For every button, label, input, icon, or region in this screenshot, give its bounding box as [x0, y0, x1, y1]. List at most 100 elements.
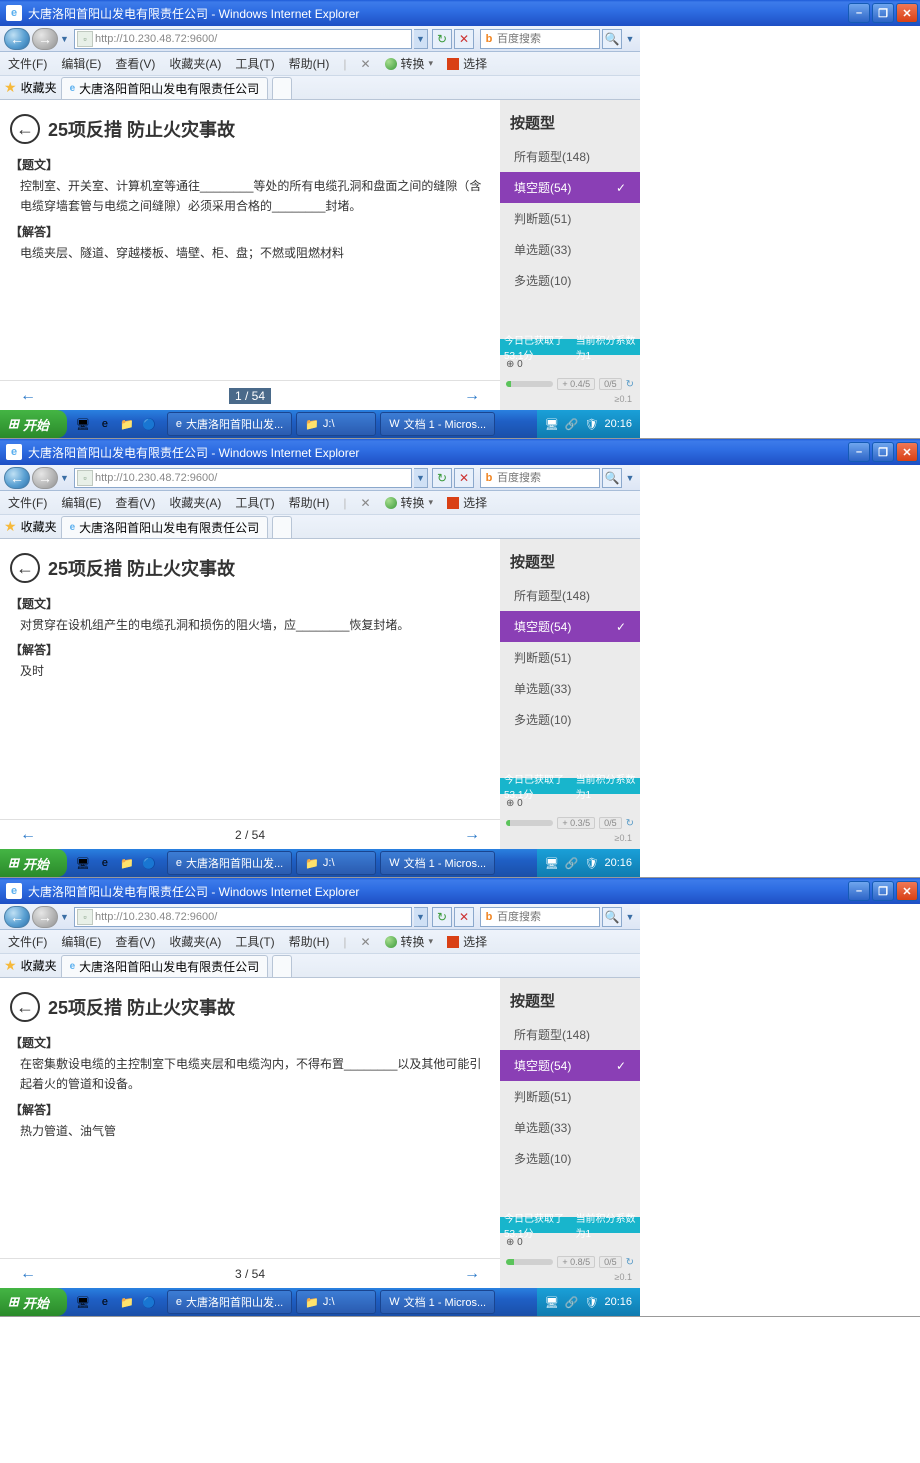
pager-next[interactable]: → — [464, 826, 480, 844]
pager-next[interactable]: → — [464, 387, 480, 405]
search-input[interactable] — [497, 33, 577, 45]
favorites-label[interactable]: 收藏夹 — [21, 79, 57, 96]
quick-launch-icon[interactable]: 🖥 — [75, 416, 91, 432]
address-dropdown[interactable]: ▼ — [414, 468, 428, 488]
search-go-button[interactable]: 🔍 — [602, 907, 622, 927]
select-menu[interactable]: 选择 — [447, 933, 487, 950]
menu-item[interactable]: 帮助(H) — [289, 55, 330, 72]
sidebar-item[interactable]: 所有题型(148) — [500, 1019, 640, 1050]
convert-menu[interactable]: 转换▾ — [385, 55, 434, 72]
taskbar-item[interactable]: 📁J:\ — [296, 1290, 376, 1314]
tray-icon[interactable]: 🛡 — [585, 857, 599, 870]
tray-icon[interactable]: 🖥 — [545, 418, 559, 431]
menu-item[interactable]: 帮助(H) — [289, 933, 330, 950]
back-button[interactable]: ← — [4, 906, 30, 928]
convert-menu[interactable]: 转换▾ — [385, 933, 434, 950]
refresh-button[interactable]: ↻ — [432, 29, 452, 49]
close-button[interactable]: ✕ — [896, 3, 918, 23]
sidebar-item[interactable]: 所有题型(148) — [500, 141, 640, 172]
maximize-button[interactable]: ❐ — [872, 881, 894, 901]
sidebar-item[interactable]: 单选题(33) — [500, 234, 640, 265]
url-input[interactable] — [95, 911, 411, 923]
nav-history-dropdown[interactable]: ▼ — [60, 912, 72, 922]
menu-item[interactable]: 编辑(E) — [61, 933, 101, 950]
refresh-icon[interactable]: ↻ — [626, 379, 634, 390]
menu-item[interactable]: 收藏夹(A) — [169, 55, 221, 72]
pager-prev[interactable]: ← — [20, 1265, 36, 1283]
taskbar-item[interactable]: W文档 1 - Micros... — [380, 851, 495, 875]
search-dropdown[interactable]: ▼ — [624, 912, 636, 922]
tray-icon[interactable]: 🖥 — [545, 1296, 559, 1309]
favorites-star-icon[interactable]: ★ — [4, 518, 17, 535]
search-box[interactable]: b — [480, 907, 600, 927]
menu-item[interactable]: 工具(T) — [235, 55, 274, 72]
quick-launch-icon[interactable]: 📁 — [119, 855, 135, 871]
quick-launch-icon[interactable]: 🔵 — [141, 416, 157, 432]
pager-prev[interactable]: ← — [20, 826, 36, 844]
tray-icon[interactable]: 🖥 — [545, 857, 559, 870]
search-dropdown[interactable]: ▼ — [624, 34, 636, 44]
close-tab-x[interactable]: ✕ — [360, 496, 370, 510]
menu-item[interactable]: 文件(F) — [8, 494, 47, 511]
favorites-star-icon[interactable]: ★ — [4, 79, 17, 96]
favorites-label[interactable]: 收藏夹 — [21, 957, 57, 974]
back-button[interactable]: ← — [4, 467, 30, 489]
address-dropdown[interactable]: ▼ — [414, 29, 428, 49]
quick-launch-icon[interactable]: e — [97, 855, 113, 871]
minimize-button[interactable]: – — [848, 3, 870, 23]
select-menu[interactable]: 选择 — [447, 494, 487, 511]
expand-icon[interactable]: ⊕ 0 — [506, 1237, 523, 1248]
close-button[interactable]: ✕ — [896, 442, 918, 462]
start-button[interactable]: ⊞开始 — [0, 849, 67, 877]
expand-icon[interactable]: ⊕ 0 — [506, 359, 523, 370]
forward-button[interactable]: → — [32, 906, 58, 928]
menu-item[interactable]: 查看(V) — [115, 494, 155, 511]
menu-item[interactable]: 文件(F) — [8, 55, 47, 72]
quick-launch-icon[interactable]: e — [97, 1294, 113, 1310]
menu-item[interactable]: 查看(V) — [115, 933, 155, 950]
quick-launch-icon[interactable]: 🔵 — [141, 1294, 157, 1310]
search-dropdown[interactable]: ▼ — [624, 473, 636, 483]
sidebar-item[interactable]: 填空题(54) — [500, 611, 640, 642]
favorites-star-icon[interactable]: ★ — [4, 957, 17, 974]
nav-history-dropdown[interactable]: ▼ — [60, 473, 72, 483]
address-bar[interactable]: ▫ — [74, 907, 412, 927]
quick-launch-icon[interactable]: 📁 — [119, 1294, 135, 1310]
new-tab-button[interactable] — [272, 955, 292, 977]
quick-launch-icon[interactable]: 🖥 — [75, 855, 91, 871]
sidebar-item[interactable]: 判断题(51) — [500, 1081, 640, 1112]
tray-icon[interactable]: 🔗 — [565, 857, 579, 870]
page-back-button[interactable]: ← — [10, 114, 40, 144]
start-button[interactable]: ⊞开始 — [0, 410, 67, 438]
pager-next[interactable]: → — [464, 1265, 480, 1283]
stop-button[interactable]: ✕ — [454, 468, 474, 488]
stop-button[interactable]: ✕ — [454, 29, 474, 49]
sidebar-item[interactable]: 判断题(51) — [500, 203, 640, 234]
taskbar-item[interactable]: e大唐洛阳首阳山发... — [167, 1290, 292, 1314]
menu-item[interactable]: 查看(V) — [115, 55, 155, 72]
menu-item[interactable]: 编辑(E) — [61, 494, 101, 511]
new-tab-button[interactable] — [272, 516, 292, 538]
forward-button[interactable]: → — [32, 28, 58, 50]
quick-launch-icon[interactable]: e — [97, 416, 113, 432]
sidebar-item[interactable]: 单选题(33) — [500, 1112, 640, 1143]
stop-button[interactable]: ✕ — [454, 907, 474, 927]
page-back-button[interactable]: ← — [10, 553, 40, 583]
quick-launch-icon[interactable]: 🖥 — [75, 1294, 91, 1310]
taskbar-item[interactable]: e大唐洛阳首阳山发... — [167, 851, 292, 875]
favorites-label[interactable]: 收藏夹 — [21, 518, 57, 535]
taskbar-item[interactable]: W文档 1 - Micros... — [380, 1290, 495, 1314]
search-input[interactable] — [497, 911, 577, 923]
sidebar-item[interactable]: 填空题(54) — [500, 172, 640, 203]
nav-history-dropdown[interactable]: ▼ — [60, 34, 72, 44]
refresh-icon[interactable]: ↻ — [626, 1257, 634, 1268]
menu-item[interactable]: 工具(T) — [235, 494, 274, 511]
refresh-icon[interactable]: ↻ — [626, 818, 634, 829]
search-box[interactable]: b — [480, 468, 600, 488]
minimize-button[interactable]: – — [848, 881, 870, 901]
maximize-button[interactable]: ❐ — [872, 442, 894, 462]
taskbar-item[interactable]: 📁J:\ — [296, 412, 376, 436]
refresh-button[interactable]: ↻ — [432, 468, 452, 488]
new-tab-button[interactable] — [272, 77, 292, 99]
sidebar-item[interactable]: 判断题(51) — [500, 642, 640, 673]
